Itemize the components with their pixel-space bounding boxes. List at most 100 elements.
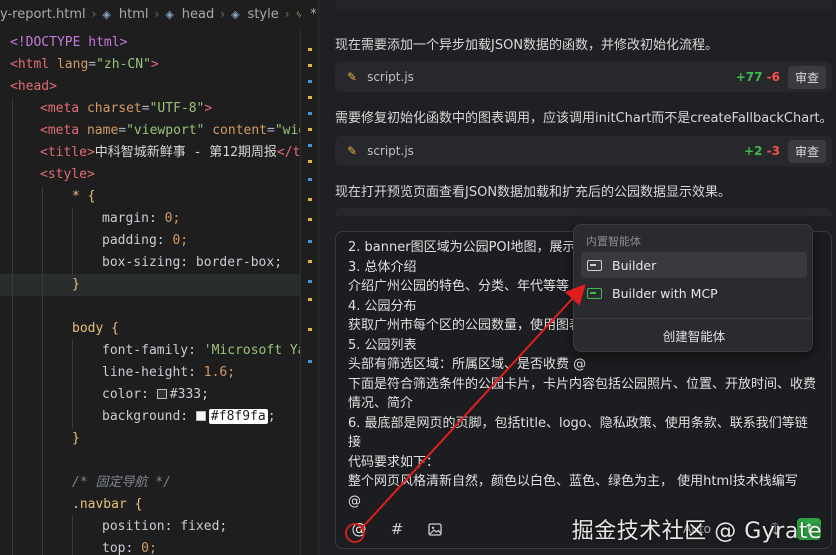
edit-icon: ✎ [347,144,358,158]
chevron-right-icon: › [91,7,97,21]
agent-picker-popup[interactable]: 内置智能体 Builder Builder with MCP 创建智能体 [573,224,813,352]
file-change-card[interactable]: ✎ script.js +2 -3 审查 [335,136,832,166]
chevron-right-icon: › [154,7,160,21]
mention-button[interactable]: @ [348,518,370,540]
lines-removed: -3 [766,144,780,158]
assistant-message: 现在需要添加一个异步加载JSON数据的函数，并修改初始化流程。 [335,38,719,53]
breadcrumb-head[interactable]: head [182,7,214,22]
code-line: * { [0,186,300,208]
assistant-message: 现在打开预览页面查看JSON数据加载和扩充后的公园数据显示效果。 [335,185,732,200]
ruler-mark [308,218,312,221]
css-value: fixed; [180,519,228,534]
attr: name [86,123,119,138]
css-property: line-height: [102,365,196,380]
lines-removed: -6 [766,70,780,84]
ruler-mark [308,80,312,83]
code-line [0,296,300,318]
review-button[interactable]: 审查 [787,65,826,89]
selector: * { [72,189,96,204]
terminal-icon [587,259,602,271]
review-button[interactable]: 审查 [787,139,826,163]
ruler-mark [308,328,312,331]
title-text: 中科智城新鲜事 - 第12期周报 [94,145,277,160]
css-value: 0; [141,541,157,555]
breadcrumb-modified: * [310,6,317,22]
css-value: #333; [169,387,209,402]
breadcrumb-html[interactable]: html [119,7,149,22]
ruler-mark [308,360,312,363]
ruler-mark [308,128,312,131]
ruler-mark [308,48,312,51]
agent-item-builder-mcp[interactable]: Builder with MCP [581,280,807,306]
code-line: <meta name="viewport" content="wid [0,120,306,142]
create-agent-button[interactable]: 创建智能体 [581,323,807,347]
attr: charset [86,101,142,116]
input-toolbar: @ # [348,518,446,540]
terminal-icon [587,287,602,299]
overview-ruler[interactable] [300,28,318,555]
code-line: body { [0,318,300,340]
next-card-edge [335,208,832,216]
code-area[interactable]: <!DOCTYPE html> <html lang="zh-CN"> <hea… [0,32,313,555]
lines-added: +77 [735,70,763,84]
attr: lang [56,57,89,72]
code-line: margin: 0; [0,208,300,230]
color-swatch[interactable] [156,389,167,399]
code-editor[interactable]: y-report.html › ◈ html › ◈ head › ◈ styl… [0,0,318,555]
css-property: position: [102,519,173,534]
selector: .navbar { [72,497,143,512]
code-line: background: #f8f9fa; [0,406,300,428]
popup-header: 内置智能体 [586,235,641,248]
agent-item-builder[interactable]: Builder [581,252,807,278]
tag: <style> [40,167,95,182]
attr-value: "viewport" [126,123,205,138]
code-line: top: 0; [0,538,300,555]
code-line: font-family: 'Microsoft Yah [0,340,313,362]
code-line: } [0,428,300,450]
file-change-card[interactable]: ✎ script.js +77 -6 审查 [335,62,832,92]
code-line-current: } [0,274,300,296]
ruler-mark [308,240,312,243]
ruler-mark [308,96,312,99]
code-line: <!DOCTYPE html> [0,32,300,54]
chevron-right-icon: › [284,7,290,21]
code-line: .navbar { [0,494,300,516]
selector: body { [72,321,119,336]
ruler-mark [308,298,312,301]
code-line: <head> [0,76,300,98]
input-line: 6. 最底部是网页的页脚，包括title、logo、隐私政策、使用条款、联系我们… [348,415,808,451]
tag: <meta [40,123,80,138]
code-line: <style> [0,164,300,186]
file-name[interactable]: script.js [367,70,414,84]
input-line: @ [348,493,361,509]
agent-label: Builder with MCP [612,285,718,301]
cube-icon: ◈ [231,7,240,21]
tag: <title> [40,145,95,160]
brace: } [72,431,80,446]
semicolon: ; [267,409,276,424]
code-line [0,450,300,472]
tag: </t [276,145,301,160]
ruler-mark [308,260,312,263]
css-property: box-sizing: [102,255,189,270]
brace: } [72,277,80,292]
breadcrumb: y-report.html › ◈ html › ◈ head › ◈ styl… [0,0,318,28]
chevron-right-icon: › [220,7,226,21]
breadcrumb-file[interactable]: y-report.html [0,7,86,22]
ruler-mark [308,280,312,283]
css-value: 'Microsoft Yah [203,343,314,358]
breadcrumb-style[interactable]: style [248,7,279,22]
color-swatch[interactable] [195,411,206,421]
code-line: color: #333; [0,384,300,406]
previous-card-edge [335,0,832,10]
css-property: font-family: [102,343,196,358]
context-button[interactable]: # [386,518,408,540]
input-line: 代码要求如下： [348,454,440,470]
css-value: border-box; [195,255,283,270]
css-property: color: [102,387,149,402]
file-name[interactable]: script.js [367,144,414,158]
image-icon[interactable] [424,518,446,540]
code-line: <meta charset="UTF-8"> [0,98,300,120]
input-line: 整个网页风格清新自然，颜色以白色、蓝色、绿色为主， 使用html技术栈编写 [348,474,798,489]
attr-value: "zh-CN" [96,57,151,72]
